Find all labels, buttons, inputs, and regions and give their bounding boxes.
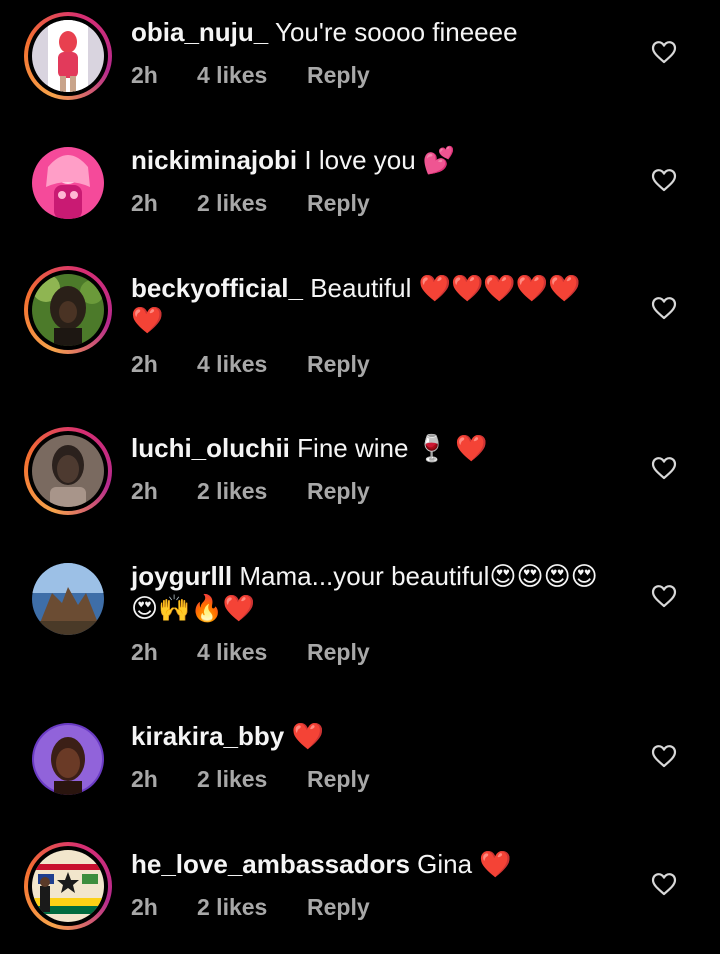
reply-button[interactable]: Reply — [307, 190, 370, 217]
comment-text: Gina ❤️ — [417, 849, 512, 879]
comment-text: Fine wine 🍷 ❤️ — [297, 433, 488, 463]
reply-button[interactable]: Reply — [307, 766, 370, 793]
avatar[interactable] — [32, 723, 104, 795]
like-comment-button[interactable] — [651, 872, 677, 896]
comment-time: 2h — [131, 766, 158, 792]
heart-outline-icon — [651, 585, 677, 608]
avatar-wrap[interactable] — [24, 555, 112, 643]
comment-likes[interactable]: 2 likes — [197, 894, 307, 921]
reply-button[interactable]: Reply — [307, 894, 370, 921]
comment-username[interactable]: nickiminajobi — [131, 145, 297, 175]
avatar[interactable] — [32, 435, 104, 507]
comment-username[interactable]: obia_nuju_ — [131, 17, 268, 47]
like-comment-button[interactable] — [651, 744, 677, 768]
avatar[interactable] — [32, 850, 104, 922]
heart-outline-icon — [651, 745, 677, 768]
heart-outline-icon — [651, 873, 677, 896]
avatar[interactable] — [32, 563, 104, 635]
like-comment-button[interactable] — [651, 456, 677, 480]
heart-outline-icon — [651, 297, 677, 320]
comment-text: You're soooo fineeee — [275, 17, 518, 47]
like-comment-button[interactable] — [651, 40, 677, 64]
reply-button[interactable]: Reply — [307, 351, 370, 378]
comment-likes[interactable]: 2 likes — [197, 478, 307, 505]
comment-username[interactable]: joygurlll — [131, 561, 232, 591]
comment-time: 2h — [131, 894, 158, 920]
comment-username[interactable]: beckyofficial_ — [131, 273, 303, 303]
avatar-story-ring[interactable] — [24, 12, 112, 100]
avatar[interactable] — [32, 147, 104, 219]
heart-outline-icon — [651, 457, 677, 480]
comment-username[interactable]: kirakira_bby — [131, 721, 284, 751]
reply-button[interactable]: Reply — [307, 478, 370, 505]
comment-time: 2h — [131, 62, 158, 88]
avatar-wrap[interactable] — [24, 139, 112, 227]
comment-text: I love you 💕 — [304, 145, 456, 175]
comment-text: ❤️ — [291, 721, 324, 751]
comment-likes[interactable]: 2 likes — [197, 766, 307, 793]
like-comment-button[interactable] — [651, 584, 677, 608]
heart-outline-icon — [651, 169, 677, 192]
comment-likes[interactable]: 4 likes — [197, 62, 307, 89]
comment-likes[interactable]: 2 likes — [197, 190, 307, 217]
like-comment-button[interactable] — [651, 296, 677, 320]
avatar[interactable] — [32, 274, 104, 346]
avatar-story-ring[interactable] — [24, 842, 112, 930]
comments-list: obia_nuju_ You're soooo fineeee 2h 4 lik… — [0, 0, 720, 954]
avatar-wrap[interactable] — [24, 715, 112, 803]
comment-time: 2h — [131, 351, 158, 377]
heart-outline-icon — [651, 41, 677, 64]
like-comment-button[interactable] — [651, 168, 677, 192]
comment-time: 2h — [131, 478, 158, 504]
avatar-story-ring[interactable] — [24, 266, 112, 354]
avatar[interactable] — [32, 20, 104, 92]
comment-time: 2h — [131, 639, 158, 665]
comment-username[interactable]: luchi_oluchii — [131, 433, 290, 463]
avatar-story-ring[interactable] — [24, 427, 112, 515]
reply-button[interactable]: Reply — [307, 639, 370, 666]
comment-time: 2h — [131, 190, 158, 216]
comment-likes[interactable]: 4 likes — [197, 351, 307, 378]
comment-likes[interactable]: 4 likes — [197, 639, 307, 666]
reply-button[interactable]: Reply — [307, 62, 370, 89]
comment-username[interactable]: he_love_ambassadors — [131, 849, 410, 879]
